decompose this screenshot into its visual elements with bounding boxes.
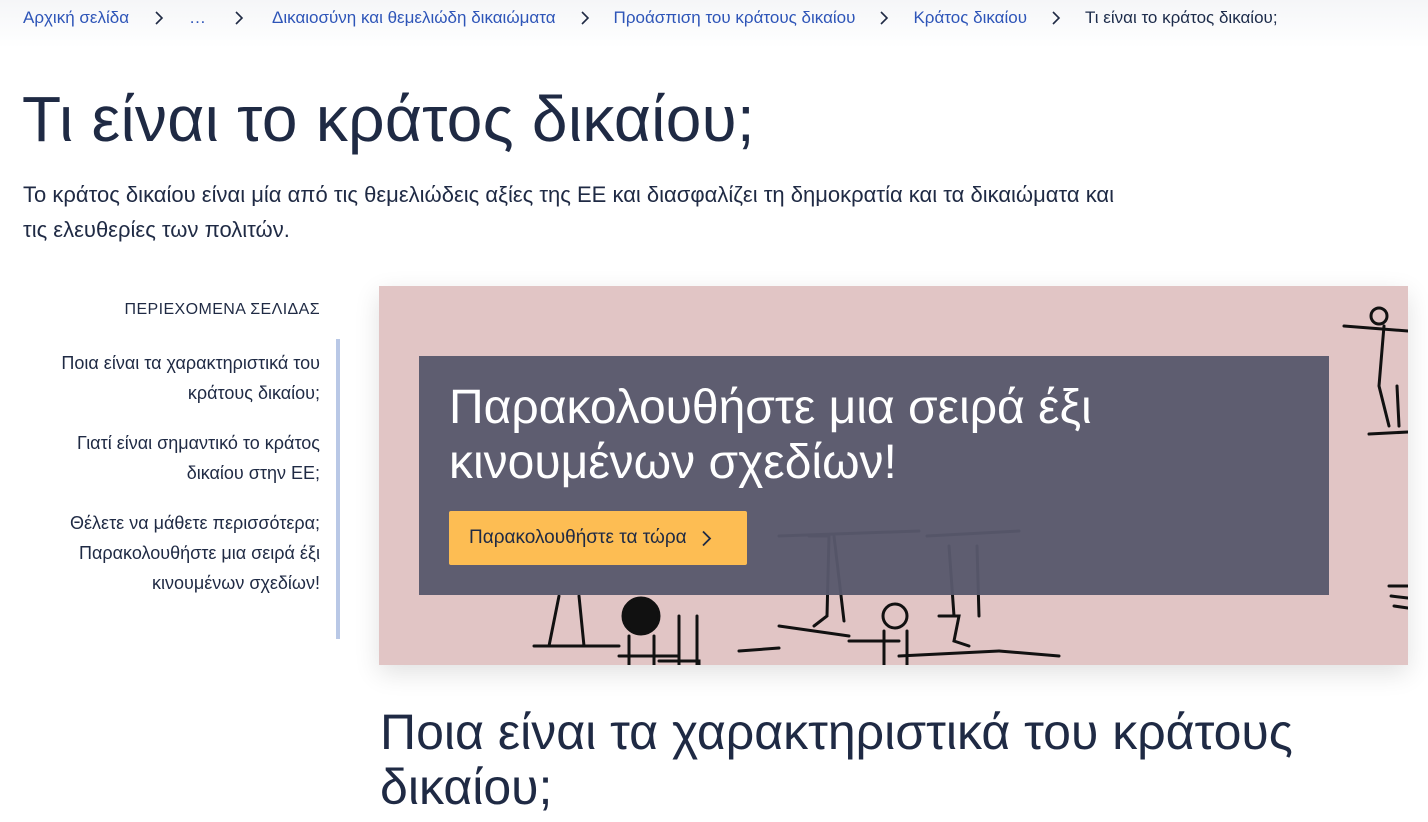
chevron-right-icon xyxy=(1027,11,1085,25)
chevron-right-icon xyxy=(855,11,913,25)
breadcrumb-rule-of-law-link[interactable]: Κράτος δικαίου xyxy=(913,8,1027,28)
table-of-contents: Ποια είναι τα χαρακτηριστικά του κράτους… xyxy=(30,339,340,639)
breadcrumb: Αρχική σελίδα … Δικαιοσύνη και θεμελιώδη… xyxy=(23,7,1278,29)
breadcrumb-ellipsis-link[interactable]: … xyxy=(189,8,206,28)
page-title: Τι είναι το κράτος δικαίου; xyxy=(22,83,755,155)
banner-title: Παρακολουθήστε μια σειρά έξι κινουμένων … xyxy=(449,381,1092,489)
page-lead: Το κράτος δικαίου είναι μία από τις θεμε… xyxy=(23,182,1115,242)
breadcrumb-home-link[interactable]: Αρχική σελίδα xyxy=(23,8,129,28)
chevron-right-icon xyxy=(701,530,712,547)
breadcrumb-upholding-link[interactable]: Προάσπιση του κράτους δικαίου xyxy=(614,8,856,28)
breadcrumb-current: Τι είναι το κράτος δικαίου; xyxy=(1085,8,1278,27)
watch-now-button[interactable]: Παρακολουθήστε τα τώρα xyxy=(449,511,747,565)
toc-item-animations[interactable]: Θέλετε να μάθετε περισσότερα; Παρακολουθ… xyxy=(30,508,320,598)
chevron-right-icon xyxy=(556,11,614,25)
breadcrumb-justice-link[interactable]: Δικαιοσύνη και θεμελιώδη δικαιώματα xyxy=(272,8,556,28)
toc-item-characteristics[interactable]: Ποια είναι τα χαρακτηριστικά του κράτους… xyxy=(30,348,320,408)
chevron-right-icon xyxy=(206,11,272,25)
chevron-right-icon xyxy=(129,11,189,25)
section-heading: Ποια είναι τα χαρακτηριστικά του κράτους… xyxy=(380,704,1293,815)
banner-overlay: Παρακολουθήστε μια σειρά έξι κινουμένων … xyxy=(419,356,1329,595)
watch-now-label: Παρακολουθήστε τα τώρα xyxy=(469,527,687,548)
video-banner: Παρακολουθήστε μια σειρά έξι κινουμένων … xyxy=(379,286,1408,665)
toc-item-importance[interactable]: Γιατί είναι σημαντικό το κράτος δικαίου … xyxy=(30,428,320,488)
toc-title: ΠΕΡΙΕΧΟΜΕΝΑ ΣΕΛΙΔΑΣ xyxy=(124,301,320,318)
